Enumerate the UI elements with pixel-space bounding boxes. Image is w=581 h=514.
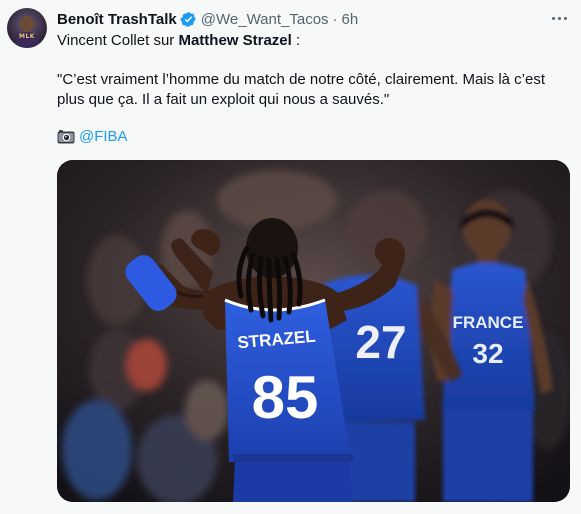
avatar-text: MLK [19,33,35,40]
tweet-intro-line: Vincent Collet sur Matthew Strazel : [57,32,300,49]
tweet-card[interactable]: MLK Benoît TrashTalk @We_Want_Tacos · 6h… [0,0,581,514]
avatar[interactable]: MLK [7,8,47,48]
main-jersey-number: 85 [252,364,319,431]
camera-icon [57,130,75,144]
middle-jersey-number: 27 [355,316,406,368]
right-jersey-team: FRANCE [453,313,524,332]
tweet-photo[interactable]: FRANCE 32 27 STRAZEL 85 [57,160,570,502]
intro-suffix: : [291,32,301,49]
separator-dot: · [332,10,338,28]
timestamp[interactable]: 6h [342,11,359,28]
right-jersey-number: 32 [472,338,503,369]
tweet-quote: "C’est vraiment l’homme du match de notr… [57,71,546,108]
author-handle[interactable]: @We_Want_Tacos [201,11,329,28]
photo-credit: @FIBA [57,128,128,145]
photo-scene: FRANCE 32 27 STRAZEL 85 [57,160,570,502]
verified-badge-icon [180,11,196,27]
tweet-header: Benoît TrashTalk @We_Want_Tacos · 6h [57,9,358,29]
more-options-icon[interactable] [552,11,572,25]
author-name[interactable]: Benoît TrashTalk [57,11,177,28]
intro-prefix: Vincent Collet sur [57,32,179,49]
fiba-mention-link[interactable]: @FIBA [79,128,128,145]
avatar-head-shape [20,16,34,32]
intro-player-name: Matthew Strazel [178,32,292,49]
